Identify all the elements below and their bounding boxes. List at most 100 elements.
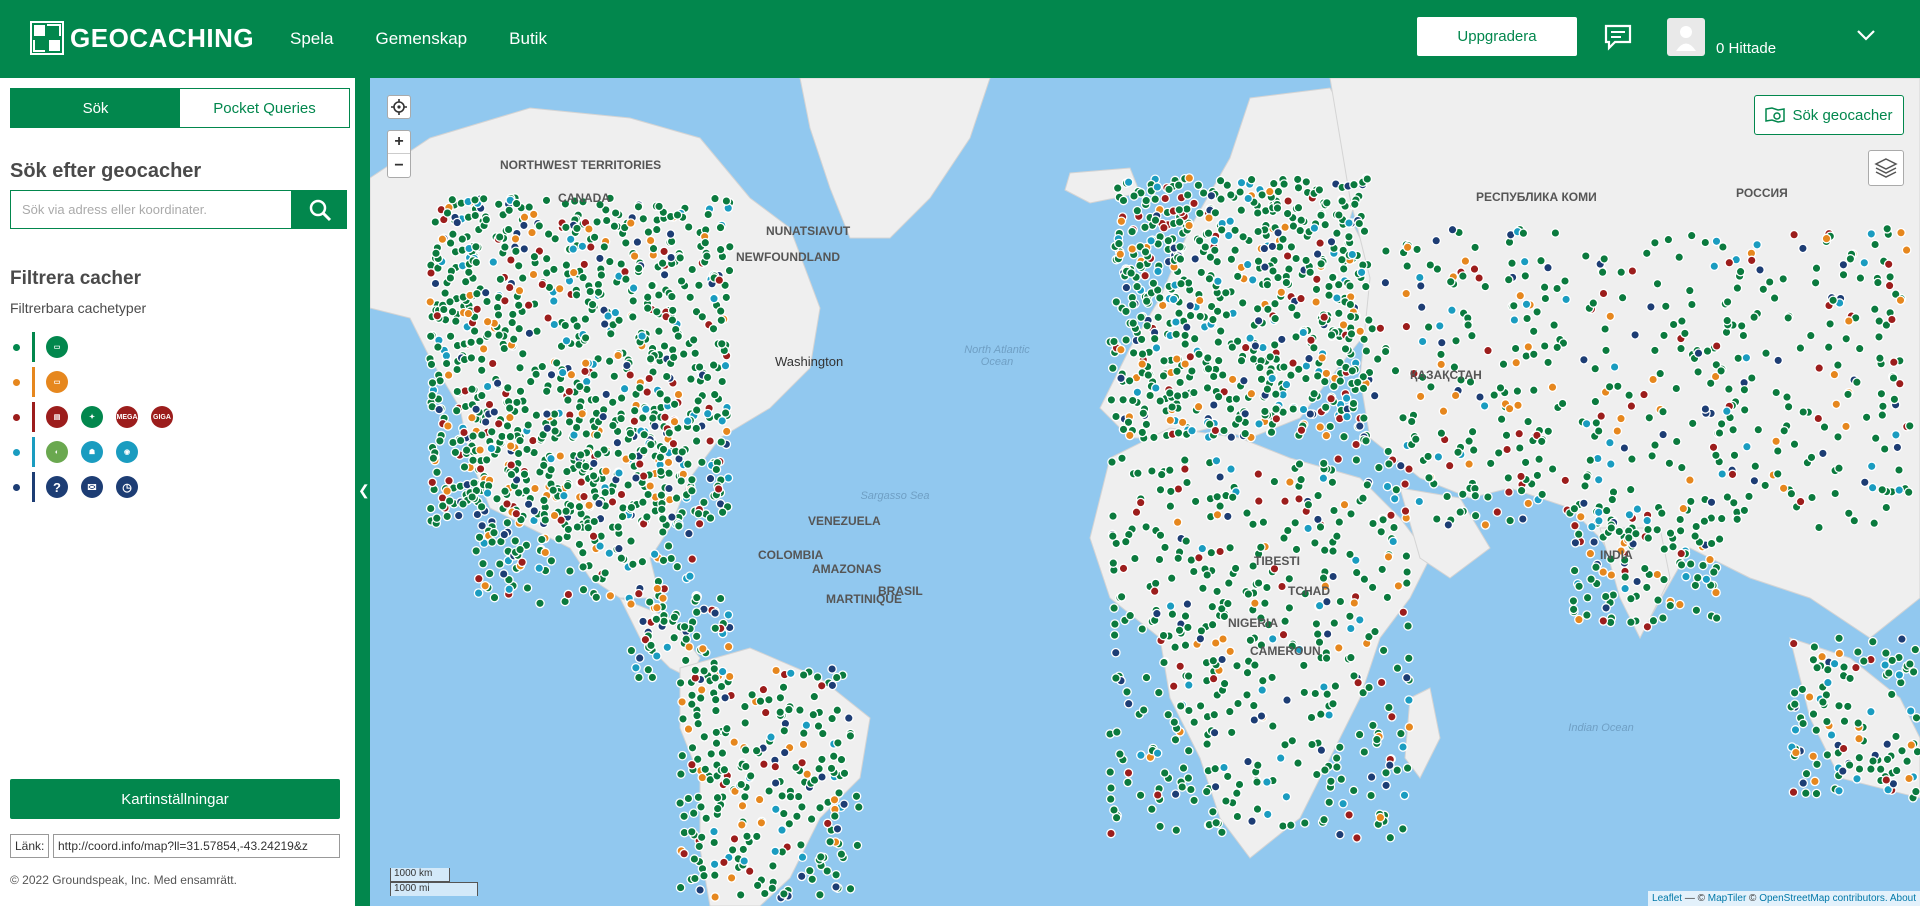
cache-marker[interactable] [476,390,487,401]
cache-marker[interactable] [1346,652,1356,663]
cache-marker[interactable] [1137,359,1148,369]
cache-marker[interactable] [651,224,662,235]
cache-marker[interactable] [1230,225,1240,236]
cache-marker[interactable] [1838,743,1849,754]
cache-marker[interactable] [1750,461,1761,472]
cache-marker[interactable] [1676,560,1687,570]
cache-marker[interactable] [1711,613,1722,623]
cache-marker[interactable] [1197,543,1208,554]
cache-marker[interactable] [1209,235,1220,246]
cache-marker[interactable] [1354,218,1365,229]
cache-marker[interactable] [812,672,823,682]
cache-marker[interactable] [617,511,628,522]
cache-marker[interactable] [691,436,702,446]
cache-marker[interactable] [770,804,781,815]
cache-marker[interactable] [1402,261,1413,271]
cache-marker[interactable] [1276,334,1287,345]
cache-marker[interactable] [1560,475,1571,486]
cache-marker[interactable] [710,892,720,902]
cache-marker[interactable] [1310,538,1320,548]
cache-marker[interactable] [1425,260,1436,270]
cache-marker[interactable] [1293,202,1304,213]
cache-marker[interactable] [1317,353,1327,363]
cache-marker[interactable] [470,195,480,205]
cache-marker[interactable] [505,441,516,451]
cache-marker[interactable] [1736,321,1747,331]
cache-marker[interactable] [612,437,623,448]
cache-marker[interactable] [1903,487,1914,498]
cache-marker[interactable] [487,358,498,369]
cache-marker[interactable] [1843,508,1854,519]
cache-marker[interactable] [1569,565,1580,576]
cache-marker[interactable] [476,365,487,376]
cache-marker[interactable] [1685,496,1696,507]
cache-marker[interactable] [650,421,660,432]
cache-marker[interactable] [696,685,707,695]
cache-marker[interactable] [1128,348,1139,358]
cache-marker[interactable] [1250,598,1260,609]
cache-marker[interactable] [1812,759,1822,770]
cache-marker[interactable] [1185,310,1196,321]
cache-marker[interactable] [1213,337,1224,347]
cache-marker[interactable] [1828,295,1838,306]
cache-marker[interactable] [694,280,704,291]
cache-marker[interactable] [1184,705,1194,716]
cache-marker[interactable] [1372,734,1382,745]
cache-marker[interactable] [1132,205,1143,216]
cache-marker[interactable] [1202,739,1212,749]
cache-marker[interactable] [721,426,732,437]
cache-marker[interactable] [1700,404,1711,414]
cache-marker[interactable] [1345,611,1355,622]
cache-marker[interactable] [710,673,721,683]
cache-marker[interactable] [1226,432,1237,443]
cache-marker[interactable] [1560,276,1570,286]
cache-marker[interactable] [1226,254,1237,265]
cache-marker[interactable] [1814,522,1824,533]
cache-marker[interactable] [1332,762,1342,772]
cache-marker[interactable] [1812,662,1822,673]
cache-marker[interactable] [1632,504,1643,514]
cache-marker[interactable] [1598,288,1609,299]
cache-marker[interactable] [1623,533,1634,543]
cache-marker[interactable] [529,251,540,262]
tab-pocket-queries[interactable]: Pocket Queries [180,89,349,127]
cache-marker[interactable] [1886,689,1897,700]
cache-marker[interactable] [592,449,603,460]
cache-marker[interactable] [564,386,575,397]
cache-marker[interactable] [683,459,693,470]
cache-marker[interactable] [1870,433,1881,444]
cache-marker[interactable] [1136,750,1146,761]
cache-marker[interactable] [1180,464,1190,474]
cache-marker[interactable] [1324,710,1334,720]
cache-marker[interactable] [1716,366,1726,376]
cache-marker[interactable] [1868,756,1878,766]
cache-marker[interactable] [1823,342,1834,353]
cache-marker[interactable] [471,241,481,252]
cache-marker[interactable] [517,348,528,359]
cache-marker[interactable] [1656,508,1667,519]
cache-marker[interactable] [675,882,686,893]
cache-marker[interactable] [693,718,704,729]
cache-marker[interactable] [1326,393,1336,404]
cache-marker[interactable] [542,423,553,434]
cache-marker[interactable] [1193,180,1204,191]
cache-marker[interactable] [1389,493,1400,504]
cache-marker[interactable] [1363,315,1374,325]
cache-marker[interactable] [1109,336,1119,347]
cache-marker[interactable] [1532,470,1543,481]
cache-marker[interactable] [1355,326,1366,337]
cache-marker[interactable] [1340,344,1351,354]
cache-marker[interactable] [665,229,676,239]
cache-marker[interactable] [1706,538,1717,549]
cache-marker[interactable] [1436,349,1446,360]
cache-marker[interactable] [1504,403,1515,414]
cache-marker[interactable] [1593,474,1604,485]
cache-marker[interactable] [715,306,726,316]
cache-marker[interactable] [1282,251,1293,261]
cache-marker[interactable] [1269,476,1280,487]
cache-marker[interactable] [1236,177,1247,188]
cache-marker[interactable] [1212,306,1223,317]
wherigo-cache-icon[interactable]: ◷ [116,476,138,498]
cache-marker[interactable] [614,468,624,478]
cache-marker[interactable] [1614,526,1625,537]
